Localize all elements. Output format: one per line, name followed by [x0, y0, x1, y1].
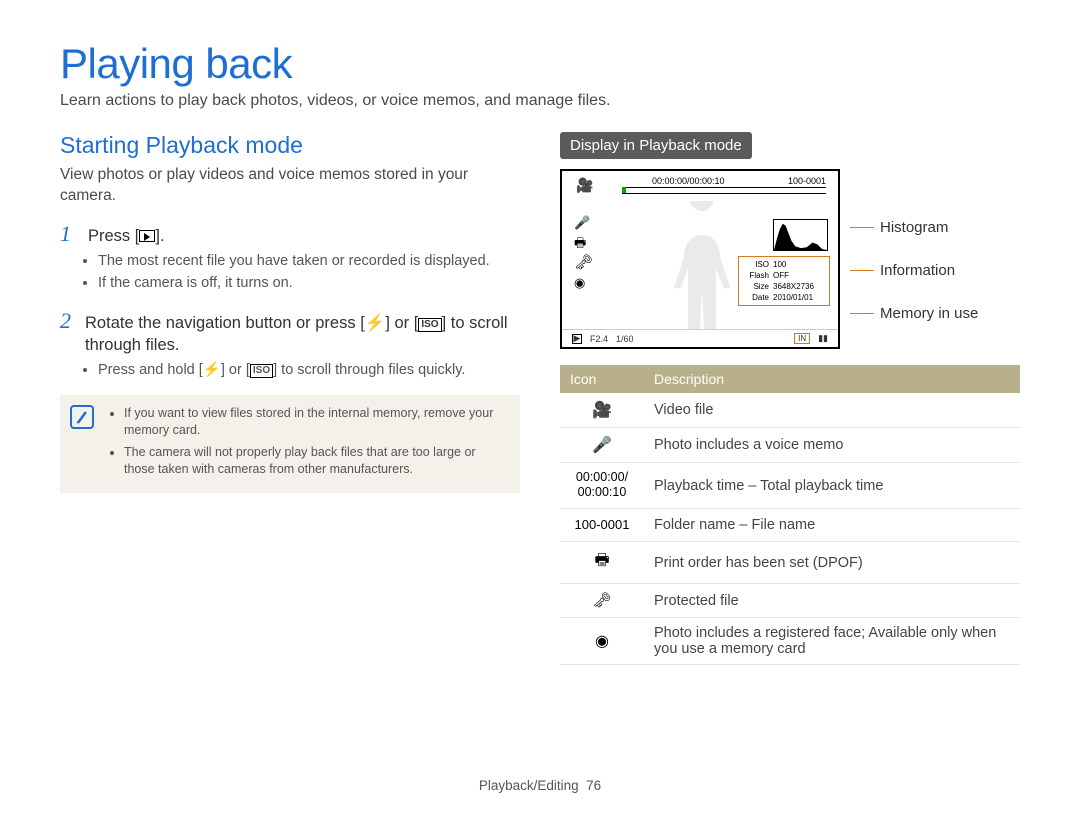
left-column: Starting Playback mode View photos or pl…: [60, 132, 520, 665]
folder-file-name: 100-0001: [788, 176, 826, 186]
photo-silhouette: [657, 201, 747, 331]
playback-time-text: 00:00:00/00:00:10: [576, 470, 628, 500]
flash-icon: ⚡: [365, 312, 386, 334]
status-icon-stack: 🎤 🖶 🗝 ◉: [574, 213, 593, 293]
table-head-description: Description: [644, 365, 1020, 393]
bullet-item: If the camera is off, it turns on.: [98, 273, 520, 293]
table-desc: Protected file: [644, 584, 1020, 618]
callout-connector: [850, 227, 874, 228]
screen-with-callouts: 🎥 00:00:00/00:00:10 100-0001 🎤 🖶 🗝 ◉: [560, 169, 1020, 349]
registered-face-icon: ◉: [595, 633, 609, 650]
display-mode-label: Display in Playback mode: [560, 132, 752, 159]
right-column: Display in Playback mode 🎥 00:00:00/00:0…: [560, 132, 1020, 665]
table-desc: Print order has been set (DPOF): [644, 542, 1020, 584]
playback-time: 00:00:00/00:00:10: [652, 176, 725, 186]
table-row: 00:00:00/00:00:10 Playback time – Total …: [560, 463, 1020, 509]
playback-mode-icon: ▶: [572, 334, 582, 344]
progress-track: [622, 193, 826, 194]
icon-description-table: Icon Description 🎥 Video file 🎤 Photo in…: [560, 365, 1020, 665]
footer-page-number: 76: [586, 778, 601, 793]
memory-in-use-badge: IN: [794, 333, 810, 344]
progress-track: [622, 187, 826, 188]
callout-information: Information: [880, 262, 955, 279]
table-desc: Folder name – File name: [644, 509, 1020, 542]
aperture-value: F2.4: [590, 334, 608, 344]
protected-icon: 🗝: [574, 253, 593, 273]
video-file-icon: 🎥: [592, 402, 612, 419]
two-column-layout: Starting Playback mode View photos or pl…: [60, 132, 1020, 665]
voice-memo-icon: 🎤: [574, 213, 593, 233]
callout-connector: [850, 270, 874, 271]
print-order-icon: 🖶: [574, 233, 593, 253]
table-row: ◉ Photo includes a registered face; Avai…: [560, 618, 1020, 665]
callout-labels: Histogram Information Memory in use: [850, 169, 978, 322]
table-row: 100-0001 Folder name – File name: [560, 509, 1020, 542]
manual-page: Playing back Learn actions to play back …: [0, 0, 1080, 815]
step-1-bullets: The most recent file you have taken or r…: [60, 251, 520, 294]
voice-memo-icon: 🎤: [592, 437, 612, 454]
info-overlay: ISO100 FlashOFF Size3648X2736 Date2010/0…: [738, 256, 830, 306]
bullet-item: Press and hold [⚡] or [ISO] to scroll th…: [98, 360, 520, 380]
callout-memory: Memory in use: [880, 305, 978, 322]
table-desc: Video file: [644, 393, 1020, 428]
playback-button-icon: [139, 230, 155, 242]
shutter-value: 1/60: [616, 334, 634, 344]
table-row: 🎥 Video file: [560, 393, 1020, 428]
iso-icon: ISO: [418, 318, 441, 332]
iso-icon: ISO: [250, 364, 273, 378]
bullet-item: The most recent file you have taken or r…: [98, 251, 520, 271]
step-1: 1 Press []. The most recent file you hav…: [60, 221, 520, 294]
step-1-instruction: Press [].: [88, 225, 165, 247]
video-file-icon: 🎥: [576, 177, 593, 194]
page-footer: Playback/Editing 76: [0, 778, 1080, 793]
protected-icon: 🗝: [592, 592, 611, 609]
step-number: 2: [60, 308, 75, 334]
step-2-instruction: Rotate the navigation button or press [⚡…: [85, 312, 520, 357]
page-title: Playing back: [60, 40, 1020, 88]
table-row: 🗝 Protected file: [560, 584, 1020, 618]
step-2: 2 Rotate the navigation button or press …: [60, 308, 520, 381]
table-row: 🎤 Photo includes a voice memo: [560, 428, 1020, 463]
table-desc: Photo includes a registered face; Availa…: [644, 618, 1020, 665]
page-intro: Learn actions to play back photos, video…: [60, 92, 1020, 110]
step-number: 1: [60, 221, 78, 247]
note-box: If you want to view files stored in the …: [60, 395, 520, 493]
flash-icon: ⚡: [203, 360, 221, 380]
callout-histogram: Histogram: [880, 219, 948, 236]
callout-connector: [850, 313, 874, 314]
note-item: The camera will not properly play back f…: [124, 444, 506, 479]
registered-face-icon: ◉: [574, 273, 593, 293]
note-icon: [70, 405, 94, 429]
histogram-thumbnail: [773, 219, 828, 251]
step-2-bullets: Press and hold [⚡] or [ISO] to scroll th…: [60, 360, 520, 380]
table-desc: Photo includes a voice memo: [644, 428, 1020, 463]
table-head-icon: Icon: [560, 365, 644, 393]
table-row: 🖶 Print order has been set (DPOF): [560, 542, 1020, 584]
folder-file-text: 100-0001: [575, 517, 630, 533]
print-order-icon: 🖶: [594, 552, 609, 569]
section-heading: Starting Playback mode: [60, 132, 520, 159]
section-lead: View photos or play videos and voice mem…: [60, 165, 520, 207]
note-item: If you want to view files stored in the …: [124, 405, 506, 440]
footer-section: Playback/Editing: [479, 778, 579, 793]
lcd-bottom-bar: ▶ F2.4 1/60 IN ▮▮: [562, 329, 838, 347]
table-desc: Playback time – Total playback time: [644, 463, 1020, 509]
camera-lcd-preview: 🎥 00:00:00/00:00:10 100-0001 🎤 🖶 🗝 ◉: [560, 169, 840, 349]
battery-icon: ▮▮: [818, 333, 828, 344]
